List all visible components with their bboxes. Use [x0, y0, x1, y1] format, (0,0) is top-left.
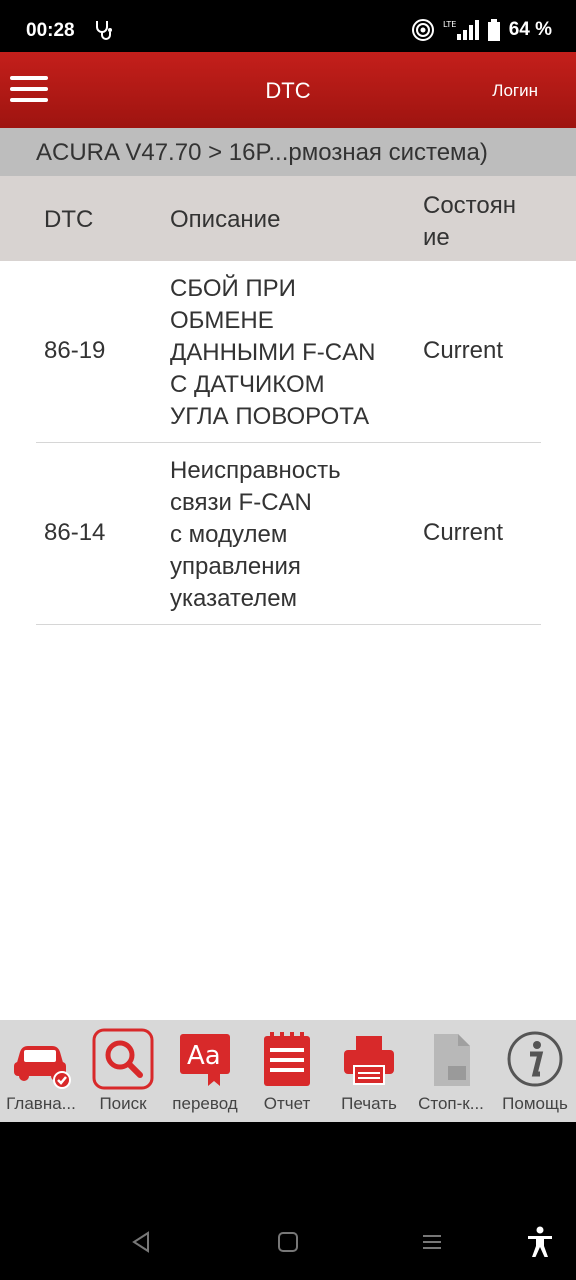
table-row[interactable]: 86-19 СБОЙ ПРИ ОБМЕНЕ ДАННЫМИ F-CAN С ДА…	[36, 261, 541, 443]
home-button[interactable]: Главна...	[0, 1020, 82, 1122]
battery-percent: 64 %	[508, 19, 552, 40]
print-icon	[344, 1036, 394, 1085]
table-header: DTC Описание Состоян ие	[0, 176, 576, 261]
page-title: DTC	[265, 78, 311, 103]
login-button[interactable]: Логин	[492, 81, 538, 101]
dtc-code: 86-19	[44, 337, 106, 364]
dtc-table: 86-19 СБОЙ ПРИ ОБМЕНЕ ДАННЫМИ F-CAN С ДА…	[0, 261, 576, 1020]
svg-text:LTE: LTE	[443, 20, 456, 29]
stop-frame-button[interactable]: Стоп-к...	[410, 1020, 492, 1122]
dtc-state: Current	[423, 519, 504, 546]
column-header-state: Состоян ие	[423, 192, 516, 251]
status-indicators: LTE 64 %	[411, 18, 552, 42]
info-icon	[507, 1031, 563, 1087]
toolbar-label: перевод	[172, 1094, 238, 1113]
svg-text:Aa: Aa	[187, 1041, 221, 1071]
toolbar-label: Поиск	[99, 1094, 147, 1113]
table-row[interactable]: 86-14 Неисправность связи F-CAN с модуле…	[36, 443, 541, 625]
document-icon	[434, 1034, 470, 1086]
dtc-description: Неисправность связи F-CAN с модулем упра…	[170, 457, 341, 612]
app-header: DTC Логин	[0, 52, 576, 128]
stethoscope-icon	[96, 21, 112, 40]
breadcrumb: ACURA V47.70 > 16P...рмозная система)	[0, 128, 576, 176]
column-header-dtc: DTC	[44, 206, 94, 233]
home-nav-icon[interactable]	[277, 1230, 299, 1254]
print-button[interactable]: Печать	[328, 1020, 410, 1122]
toolbar-label: Главна...	[6, 1094, 76, 1113]
toolbar-label: Стоп-к...	[418, 1094, 484, 1113]
battery-icon	[487, 19, 500, 41]
report-button[interactable]: Отчет	[246, 1020, 328, 1122]
back-icon[interactable]	[130, 1230, 152, 1254]
translate-button[interactable]: Aa перевод	[164, 1020, 246, 1122]
toolbar-label: Печать	[341, 1094, 397, 1113]
car-check-icon	[14, 1046, 71, 1089]
help-button[interactable]: Помощь	[494, 1020, 576, 1122]
search-button[interactable]: Поиск	[82, 1020, 164, 1122]
toolbar-label: Помощь	[502, 1094, 568, 1113]
recents-icon[interactable]	[421, 1230, 443, 1254]
status-time: 00:28	[26, 20, 75, 41]
report-icon	[264, 1032, 310, 1086]
system-navigation-bar	[0, 1122, 576, 1280]
hotspot-icon	[411, 19, 434, 41]
status-bar: 00:28 LTE 64 %	[0, 0, 576, 52]
bottom-toolbar: Главна... Поиск Aa перевод Отчет Печать …	[0, 1020, 576, 1122]
accessibility-icon[interactable]	[526, 1226, 554, 1258]
dtc-state: Current	[423, 337, 504, 364]
toolbar-label: Отчет	[263, 1094, 311, 1113]
dtc-description: СБОЙ ПРИ ОБМЕНЕ ДАННЫМИ F-CAN С ДАТЧИКОМ…	[170, 275, 376, 430]
dtc-code: 86-14	[44, 519, 106, 546]
translate-icon: Aa	[180, 1034, 230, 1086]
column-header-description: Описание	[170, 206, 281, 233]
search-icon	[92, 1028, 154, 1090]
lte-signal-icon: LTE	[443, 20, 479, 40]
